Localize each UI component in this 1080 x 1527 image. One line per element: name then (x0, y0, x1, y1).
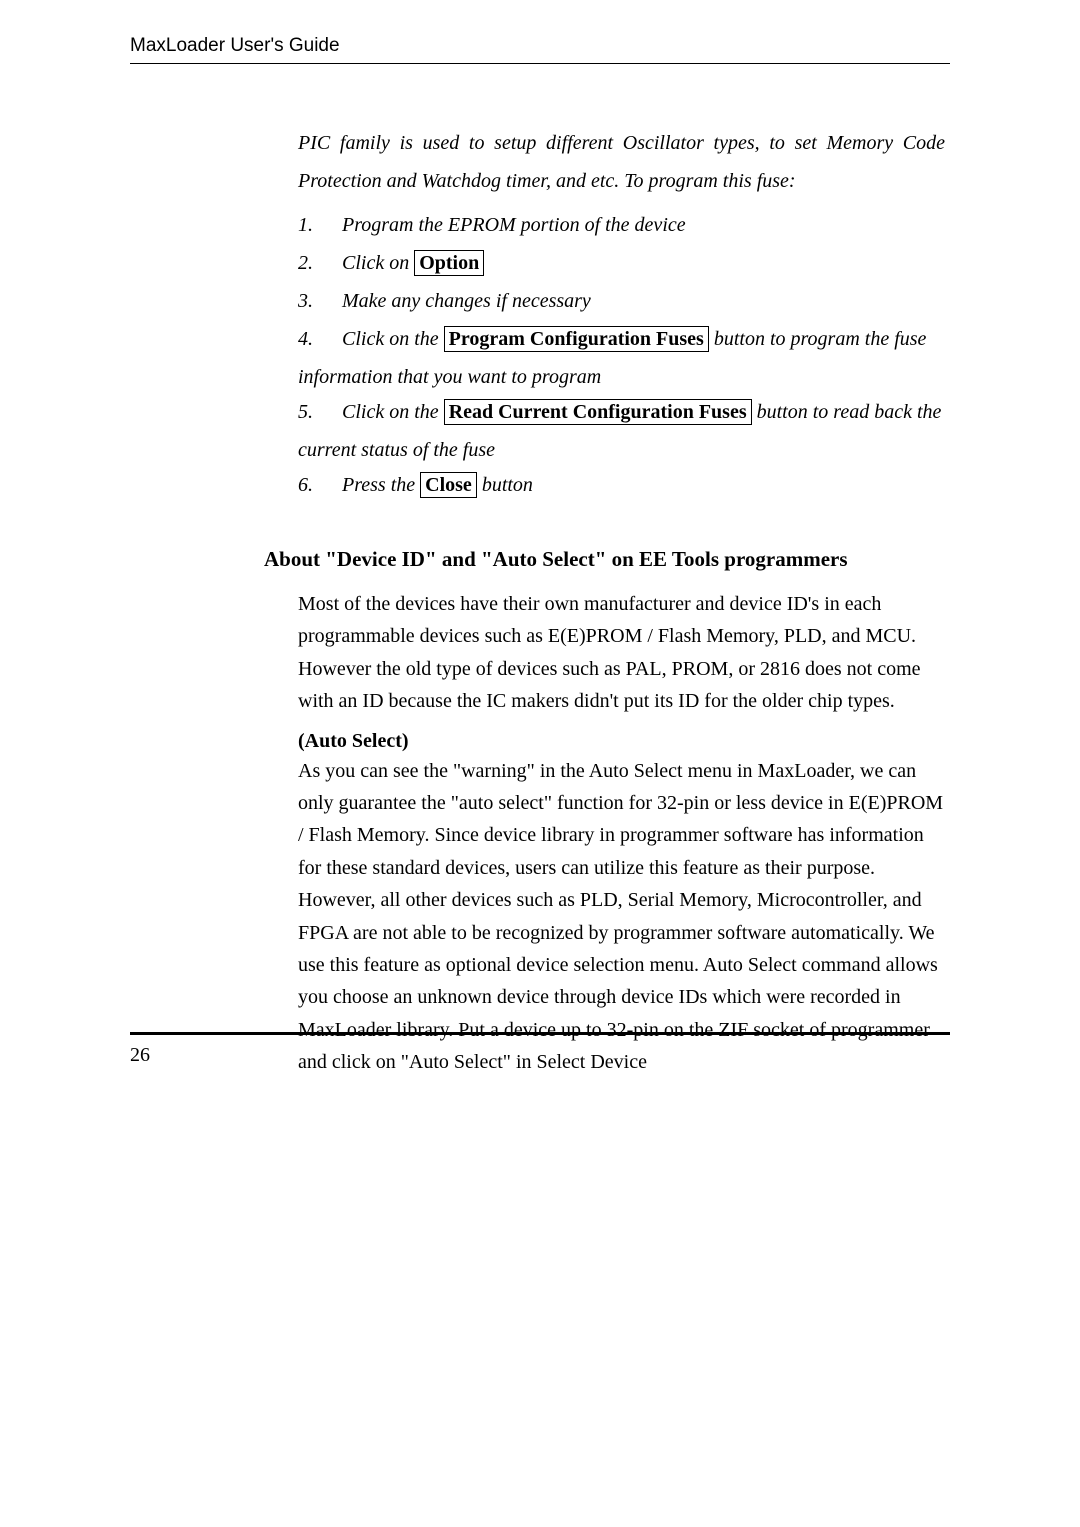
intro-paragraph: PIC family is used to setup different Os… (298, 124, 945, 200)
step-suffix: button to program the fuse (709, 328, 927, 350)
step-prefix: Click on the (342, 401, 444, 423)
step-suffix: button to read back the (752, 401, 942, 423)
step-number: 5. (298, 395, 342, 430)
step-text: Program the EPROM portion of the device (342, 214, 686, 236)
step-2: 2.Click on Option (298, 246, 945, 281)
step-prefix: Click on (342, 252, 414, 274)
program-fuses-button-label: Program Configuration Fuses (444, 326, 709, 352)
section-para-2: As you can see the "warning" in the Auto… (298, 755, 945, 1079)
step-5-continuation: current status of the fuse (298, 433, 945, 468)
step-prefix: Press the (342, 474, 420, 496)
step-number: 2. (298, 246, 342, 281)
page-container: MaxLoader User's Guide PIC family is use… (0, 0, 1080, 1078)
header-title: MaxLoader User's Guide (130, 35, 340, 56)
section-para-1: Most of the devices have their own manuf… (298, 588, 945, 718)
step-4: 4.Click on the Program Configuration Fus… (298, 322, 945, 357)
intro-block: PIC family is used to setup different Os… (298, 124, 945, 503)
step-3: 3.Make any changes if necessary (298, 284, 945, 319)
step-suffix: button (477, 474, 533, 496)
section-heading: About "Device ID" and "Auto Select" on E… (264, 547, 950, 572)
step-number: 1. (298, 208, 342, 243)
step-5: 5.Click on the Read Current Configuratio… (298, 395, 945, 430)
step-6: 6.Press the Close button (298, 468, 945, 503)
footer-rule (130, 1032, 950, 1035)
close-button-label: Close (420, 472, 477, 498)
option-button-label: Option (414, 250, 484, 276)
step-number: 6. (298, 468, 342, 503)
section-subheading: (Auto Select) (298, 730, 950, 753)
step-number: 3. (298, 284, 342, 319)
step-text: Make any changes if necessary (342, 290, 591, 312)
step-number: 4. (298, 322, 342, 357)
header-bar: MaxLoader User's Guide (130, 35, 950, 64)
step-4-continuation: information that you want to program (298, 360, 945, 395)
read-fuses-button-label: Read Current Configuration Fuses (444, 399, 752, 425)
step-prefix: Click on the (342, 328, 444, 350)
page-number: 26 (130, 1044, 150, 1067)
step-1: 1.Program the EPROM portion of the devic… (298, 208, 945, 243)
